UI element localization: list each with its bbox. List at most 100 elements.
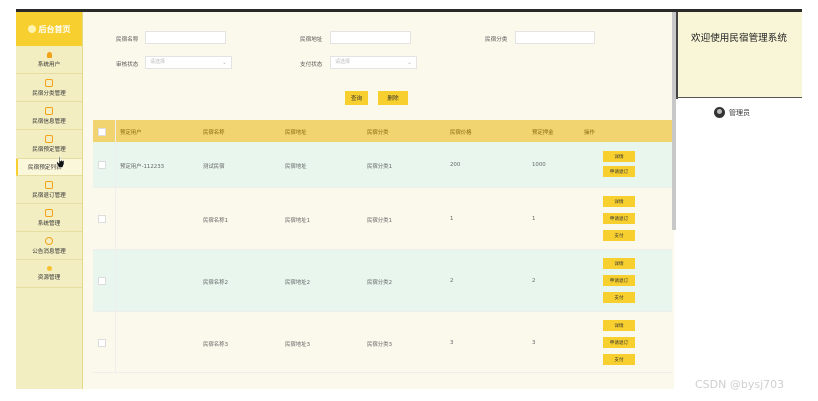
- user-name: 管理员: [729, 108, 750, 117]
- table-cell: 民宿分类1: [367, 164, 392, 170]
- table-cell: 民宿名称3: [203, 342, 228, 348]
- table-cell: 3: [532, 340, 536, 346]
- review-status-label: 审核状态: [116, 62, 139, 68]
- sidebar-item-label: 民宿退订管理: [32, 192, 66, 199]
- cancel-booking-button[interactable]: 申请退订: [603, 275, 635, 286]
- sidebar-item-label: 系统用户: [37, 61, 61, 68]
- pay-button[interactable]: 支付: [603, 354, 635, 365]
- cancel-booking-button[interactable]: 申请退订: [603, 337, 635, 348]
- column-header[interactable]: 预定押金: [532, 128, 554, 136]
- divider: [676, 97, 802, 98]
- table-cell: 1: [532, 216, 536, 222]
- row-checkbox[interactable]: [98, 277, 106, 285]
- column-header[interactable]: 民宿名称: [203, 128, 225, 136]
- column-divider: [115, 312, 116, 372]
- detail-button[interactable]: 详情: [603, 320, 635, 331]
- table-cell: 民宿地址2: [285, 280, 310, 286]
- sidebar-item-category[interactable]: 民宿分类管理: [16, 74, 82, 102]
- sidebar: 后台首页 系统用户 民宿分类管理 民宿信息管理 民宿预定管理 民宿预定列表 民宿…: [16, 12, 83, 389]
- square-icon: [45, 78, 53, 87]
- bulb-icon: [46, 266, 52, 271]
- table-cell: 民宿分类2: [367, 280, 392, 286]
- sidebar-subitem-booking-list[interactable]: 民宿预定列表: [16, 159, 82, 176]
- row-checkbox[interactable]: [98, 161, 106, 169]
- square-icon: [45, 208, 53, 217]
- table-cell: 1000: [532, 162, 546, 168]
- table-cell: 测试民宿: [203, 164, 225, 170]
- column-header[interactable]: 民宿分类: [367, 128, 389, 136]
- hand-cursor-icon: [56, 156, 65, 168]
- table-row[interactable]: 民宿名称1 民宿地址1 民宿分类1 1 1 详情 申请退订 支付: [93, 188, 672, 250]
- sidebar-item-label: 民宿预定管理: [32, 147, 66, 153]
- sidebar-item-resource[interactable]: 资源管理: [16, 260, 82, 288]
- booking-table: 预定用户 民宿名称 民宿地址 民宿分类 民宿价格 预定押金 操作 预定用户-11…: [93, 120, 672, 373]
- table-cell: 民宿分类3: [367, 342, 392, 348]
- column-divider: [115, 142, 116, 187]
- column-divider: [115, 250, 116, 311]
- column-divider: [115, 188, 116, 249]
- table-cell: 民宿名称2: [203, 280, 228, 286]
- square-icon: [45, 135, 53, 143]
- pay-status-label: 支付状态: [300, 62, 323, 68]
- sidebar-item-label: 资源管理: [37, 275, 61, 281]
- delete-button[interactable]: 删除: [378, 91, 408, 105]
- sidebar-item-system-users[interactable]: 系统用户: [16, 46, 82, 74]
- table-cell: 民宿地址1: [285, 218, 310, 224]
- user-menu[interactable]: 管理员: [714, 107, 750, 118]
- table-cell: 2: [532, 278, 536, 284]
- review-status-select[interactable]: 请选择 ⌄: [145, 56, 232, 69]
- home-icon: [27, 25, 36, 33]
- pay-status-placeholder: 请选择: [335, 59, 351, 65]
- pay-button[interactable]: 支付: [603, 230, 635, 241]
- query-button[interactable]: 查询: [345, 91, 368, 105]
- chevron-down-icon: ⌄: [221, 59, 227, 66]
- sidebar-item-info[interactable]: 民宿信息管理: [16, 102, 82, 130]
- cancel-booking-button[interactable]: 申请退订: [603, 166, 635, 177]
- person-icon: [46, 51, 52, 58]
- welcome-title: 欢迎使用民宿管理系统: [676, 12, 802, 97]
- table-cell: 民宿地址3: [285, 342, 310, 348]
- name-input[interactable]: [145, 31, 226, 44]
- table-row[interactable]: 民宿名称2 民宿地址2 民宿分类2 2 2 详情 申请退订 支付: [93, 250, 672, 312]
- table-cell: 预定用户-112233: [120, 164, 165, 170]
- table-cell: 1: [450, 216, 454, 222]
- category-input[interactable]: [515, 31, 595, 44]
- table-cell: 3: [450, 340, 454, 346]
- detail-button[interactable]: 详情: [603, 196, 635, 207]
- table-cell: 民宿地址: [285, 164, 307, 170]
- pay-button[interactable]: 支付: [603, 292, 635, 303]
- column-header[interactable]: 民宿价格: [450, 128, 472, 136]
- home-link[interactable]: 后台首页: [16, 12, 82, 46]
- sidebar-item-label: 系统管理: [37, 220, 61, 227]
- watermark: CSDN @bysj703: [695, 378, 785, 391]
- detail-button[interactable]: 详情: [603, 258, 635, 269]
- circle-icon: [45, 236, 53, 245]
- pay-status-select[interactable]: 请选择 ⌄: [330, 56, 417, 69]
- square-icon: [45, 180, 53, 189]
- column-divider: [115, 120, 116, 142]
- table-row[interactable]: 民宿名称3 民宿地址3 民宿分类3 3 3 详情 申请退订 支付: [93, 312, 672, 373]
- sidebar-item-booking[interactable]: 民宿预定管理: [16, 130, 82, 159]
- table-cell: 民宿名称1: [203, 218, 228, 224]
- detail-button[interactable]: 详情: [603, 151, 635, 162]
- cancel-booking-button[interactable]: 申请退订: [603, 213, 635, 224]
- top-header-panel: 欢迎使用民宿管理系统 管理员: [676, 12, 802, 389]
- row-checkbox[interactable]: [98, 339, 106, 347]
- main-content: 民宿名称 民宿地址 民宿分类 审核状态 请选择 ⌄ 支付状态 请选择 ⌄ 查询 …: [83, 12, 674, 389]
- review-status-placeholder: 请选择: [150, 59, 166, 65]
- address-input[interactable]: [330, 31, 411, 44]
- column-header[interactable]: 民宿地址: [285, 128, 307, 136]
- name-label: 民宿名称: [116, 37, 139, 43]
- column-header[interactable]: 预定用户: [120, 128, 142, 136]
- table-header: 预定用户 民宿名称 民宿地址 民宿分类 民宿价格 预定押金 操作: [93, 120, 672, 142]
- sidebar-item-system[interactable]: 系统管理: [16, 204, 82, 232]
- sidebar-item-notice[interactable]: 公告消息管理: [16, 232, 82, 260]
- row-checkbox[interactable]: [98, 215, 106, 223]
- table-row[interactable]: 预定用户-112233 测试民宿 民宿地址 民宿分类1 200 1000 详情 …: [93, 142, 672, 188]
- sidebar-item-label: 公告消息管理: [32, 248, 66, 255]
- column-header: 操作: [584, 130, 595, 136]
- sidebar-item-label: 民宿信息管理: [32, 118, 66, 125]
- sidebar-item-cancel[interactable]: 民宿退订管理: [16, 176, 82, 204]
- table-cell: 民宿分类1: [367, 218, 392, 224]
- select-all-checkbox[interactable]: [98, 128, 106, 136]
